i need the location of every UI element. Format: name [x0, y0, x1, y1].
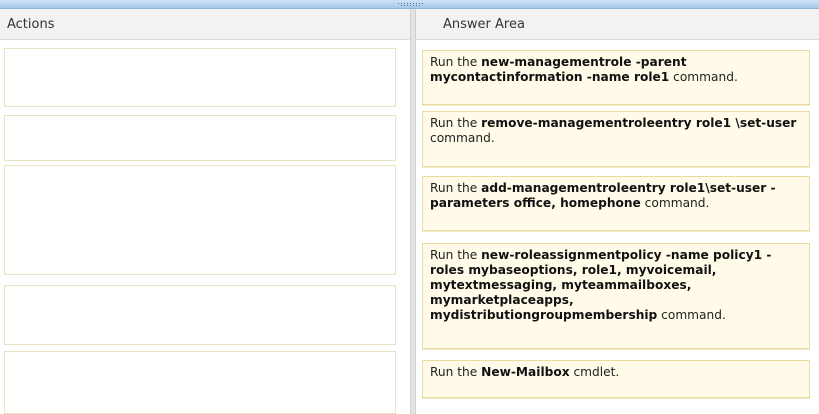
card-prefix: Run the — [430, 365, 482, 379]
answer-card-5[interactable]: Run the New-Mailbox cmdlet. — [422, 360, 810, 398]
card-prefix: Run the — [430, 116, 482, 130]
card-command: add-managementroleentry role1\set-user -… — [430, 181, 776, 210]
answer-area-header: Answer Area — [416, 9, 819, 40]
card-suffix: command. — [657, 308, 726, 322]
card-prefix: Run the — [430, 55, 482, 69]
card-suffix: command. — [430, 131, 495, 145]
card-command: New-Mailbox — [481, 365, 570, 379]
action-slot-2[interactable] — [4, 115, 396, 161]
drag-grip-icon[interactable] — [397, 1, 423, 7]
action-slot-1[interactable] — [4, 48, 396, 107]
answer-card-1[interactable]: Run the new-managementrole -parent mycon… — [422, 50, 810, 105]
action-slot-4[interactable] — [4, 285, 396, 345]
top-strip — [0, 0, 819, 9]
answer-card-2[interactable]: Run the remove-managementroleentry role1… — [422, 111, 810, 167]
card-command: remove-managementroleentry role1 \set-us… — [481, 116, 797, 130]
actions-header: Actions — [0, 9, 410, 40]
answer-card-4[interactable]: Run the new-roleassignmentpolicy -name p… — [422, 243, 810, 349]
card-suffix: command. — [640, 196, 710, 210]
card-suffix: cmdlet. — [569, 365, 620, 379]
action-slot-5[interactable] — [4, 351, 396, 414]
card-prefix: Run the — [430, 181, 482, 195]
answer-card-3[interactable]: Run the add-managementroleentry role1\se… — [422, 176, 810, 231]
card-suffix: command. — [669, 70, 738, 84]
action-slot-3[interactable] — [4, 165, 396, 275]
card-prefix: Run the — [430, 248, 482, 262]
panel-splitter[interactable] — [410, 9, 416, 414]
